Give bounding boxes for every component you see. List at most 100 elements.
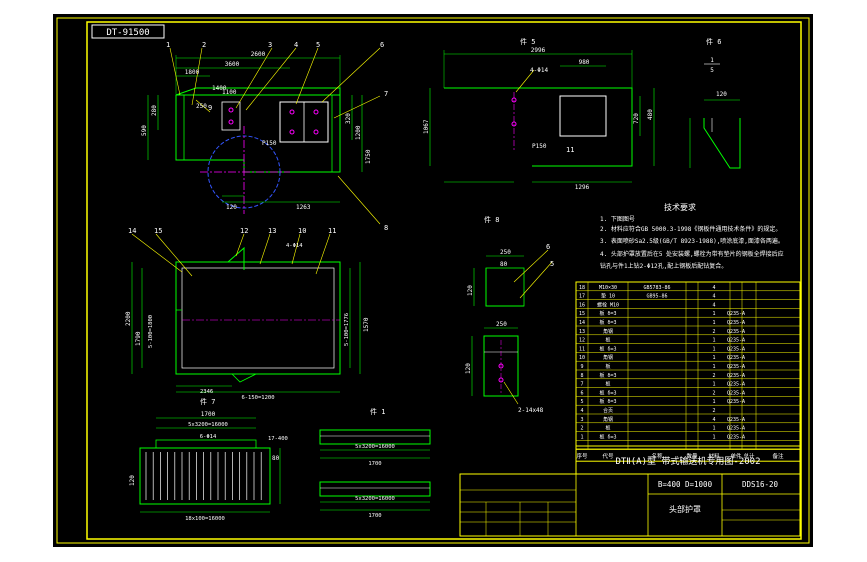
part6-dim: 120 xyxy=(716,91,727,98)
parts-cell: 2 xyxy=(580,426,583,432)
parts-cell: 17 xyxy=(579,294,585,300)
parts-header-cell: 序号 xyxy=(576,452,588,460)
parts-cell: Q235-A xyxy=(727,399,745,405)
parts-cell: 2 xyxy=(712,329,715,335)
parts-cell: Q235-A xyxy=(727,417,745,423)
parts-cell: 4 xyxy=(712,285,715,291)
plan-leader-15: 15 xyxy=(154,227,162,235)
title-spec: B=400 D=1000 xyxy=(658,480,713,489)
part7-dim-height: 120 xyxy=(129,475,136,486)
note-line-3: 3. 表面喷砂Sa2.5级(GB/T 8923-1988),喷涂底漆,面漆各两遍… xyxy=(600,237,784,245)
plan-leader-11: 11 xyxy=(328,227,336,235)
parts-cell: 8 xyxy=(580,373,583,379)
parts-cell: 1 xyxy=(712,346,715,352)
parts-cell: 3 xyxy=(580,417,583,423)
parts-cell: 板 δ=3 xyxy=(599,372,616,379)
dim-right-overall: 1750 xyxy=(365,149,372,164)
part5-label: 件 5 xyxy=(520,37,535,46)
leader-label-5: 5 xyxy=(316,41,320,49)
parts-cell: 14 xyxy=(579,320,585,326)
parts-cell: 1 xyxy=(712,338,715,344)
leader-label-1: 1 xyxy=(166,41,170,49)
cad-drawing-canvas[interactable]: DT-91500 1 2 3 4 5 6 7 8 9 2600 3600 180… xyxy=(0,0,867,562)
plan-leader-10: 10 xyxy=(298,227,306,235)
parts-cell: 1 xyxy=(712,426,715,432)
parts-cell: Q235-A xyxy=(727,364,745,370)
plan-leader-14: 14 xyxy=(128,227,136,235)
parts-cell: GB95-86 xyxy=(646,294,667,300)
parts-cell: 4 xyxy=(580,408,583,414)
parts-cell: 11 xyxy=(579,346,585,352)
plan-dim-left-bottom: 2346 xyxy=(200,389,213,395)
parts-cell: 角钢 xyxy=(603,416,613,423)
part5-dim-right-b: 720 xyxy=(633,113,640,124)
parts-cell: 5 xyxy=(580,399,583,405)
parts-cell: 板 xyxy=(605,363,610,370)
part8-dim-height: 120 xyxy=(467,285,474,296)
parts-cell: Q235-A xyxy=(727,382,745,388)
parts-cell: M10×30 xyxy=(599,285,617,291)
note-line-4: 4. 头部护罩放置后在5 处安装螺,螺栓为带有垫片的钢板全焊接后应 xyxy=(600,250,784,258)
title-part-name: 头部护罩 xyxy=(669,504,701,514)
part7-dim-spacing: 5x3200=16000 xyxy=(188,422,228,428)
part7-dim-side: 80 xyxy=(272,455,280,462)
parts-cell: Q235-A xyxy=(727,355,745,361)
dim-right-height-b: 320 xyxy=(345,113,352,124)
parts-cell: 板 xyxy=(605,381,610,388)
part6-label: 件 6 xyxy=(706,37,721,46)
part8-dim-width: 250 xyxy=(500,249,511,256)
parts-cell: Q235-A xyxy=(727,373,745,379)
part1-dim-spacing-a: 5x3200=16000 xyxy=(355,444,395,450)
title-main: DTⅡ(A)型 带式输送机专用图-2002 xyxy=(615,455,760,467)
leader-label-4: 4 xyxy=(294,41,298,49)
parts-cell: 2 xyxy=(712,408,715,414)
part7-dim-width: 1700 xyxy=(201,411,216,418)
parts-cell: 4 xyxy=(712,294,715,300)
parts-cell: Q235-A xyxy=(727,311,745,317)
part5-dim-width: 2996 xyxy=(531,47,546,54)
parts-cell: 7 xyxy=(580,382,583,388)
leader-label-9: 9 xyxy=(208,104,212,112)
parts-cell: Q235-A xyxy=(727,346,745,352)
part5-dim-right-a: 480 xyxy=(647,109,654,120)
parts-cell: 板 xyxy=(605,425,610,432)
note-line-5: 钻孔与件1上钻2-Φ12孔,配上钢板后配钻复合。 xyxy=(600,262,727,270)
part6-fraction-den: 5 xyxy=(710,67,714,74)
parts-cell: 板 δ=3 xyxy=(599,398,616,405)
dim-hood-width: 3600 xyxy=(225,61,240,68)
plan-dim-overall: 2200 xyxy=(125,311,132,326)
part7-dim-holes: 6-Φ14 xyxy=(200,434,217,440)
part5-dim-holes: 4-Φ14 xyxy=(530,67,548,74)
part5-dim-height: 1067 xyxy=(423,119,430,134)
parts-cell: 12 xyxy=(579,338,585,344)
parts-cell: 15 xyxy=(579,311,585,317)
parts-cell: 16 xyxy=(579,302,585,308)
parts-cell: 板 δ=3 xyxy=(599,319,616,326)
plan-dim-right: 1570 xyxy=(363,317,370,332)
drawing-number: DT-91500 xyxy=(106,28,149,38)
part8-leader-5: 5 xyxy=(550,260,554,268)
dim-bottom-width: 1263 xyxy=(296,204,311,211)
note-line-2: 2. 材料应符合GB 5000.3-1998《钢板件通用技术条件》的规定。 xyxy=(600,225,781,233)
plan-dim-holes-right: 5-100=1776 xyxy=(344,313,350,346)
parts-cell: 1 xyxy=(712,311,715,317)
parts-cell: 4 xyxy=(712,417,715,423)
parts-cell: 板 δ=3 xyxy=(599,310,616,317)
part8-label: 件 8 xyxy=(484,215,499,224)
dim-right-height-a: 1200 xyxy=(355,125,362,140)
dim-left-height-b: 590 xyxy=(141,125,148,136)
part1-label: 件 1 xyxy=(370,407,385,416)
parts-cell: 1 xyxy=(712,382,715,388)
part1-dim-width-a: 1700 xyxy=(368,461,381,467)
part1-dim-spacing-b: 5x3200=16000 xyxy=(355,496,395,502)
parts-cell: 6 xyxy=(580,390,583,396)
cad-drawing-viewer: DT-91500 1 2 3 4 5 6 7 8 9 2600 3600 180… xyxy=(0,0,867,562)
parts-cell: 垫 10 xyxy=(601,293,615,300)
leader-label-2: 2 xyxy=(202,41,206,49)
part8-dim-small: 80 xyxy=(500,261,508,268)
dim-left-segment: 1800 xyxy=(185,69,200,76)
parts-header-cell: 备注 xyxy=(772,452,784,460)
plan-dim-holes-left: 5-100=1800 xyxy=(148,315,154,348)
dim-left-height-a: 280 xyxy=(151,105,158,116)
parts-cell: Q235-A xyxy=(727,426,745,432)
